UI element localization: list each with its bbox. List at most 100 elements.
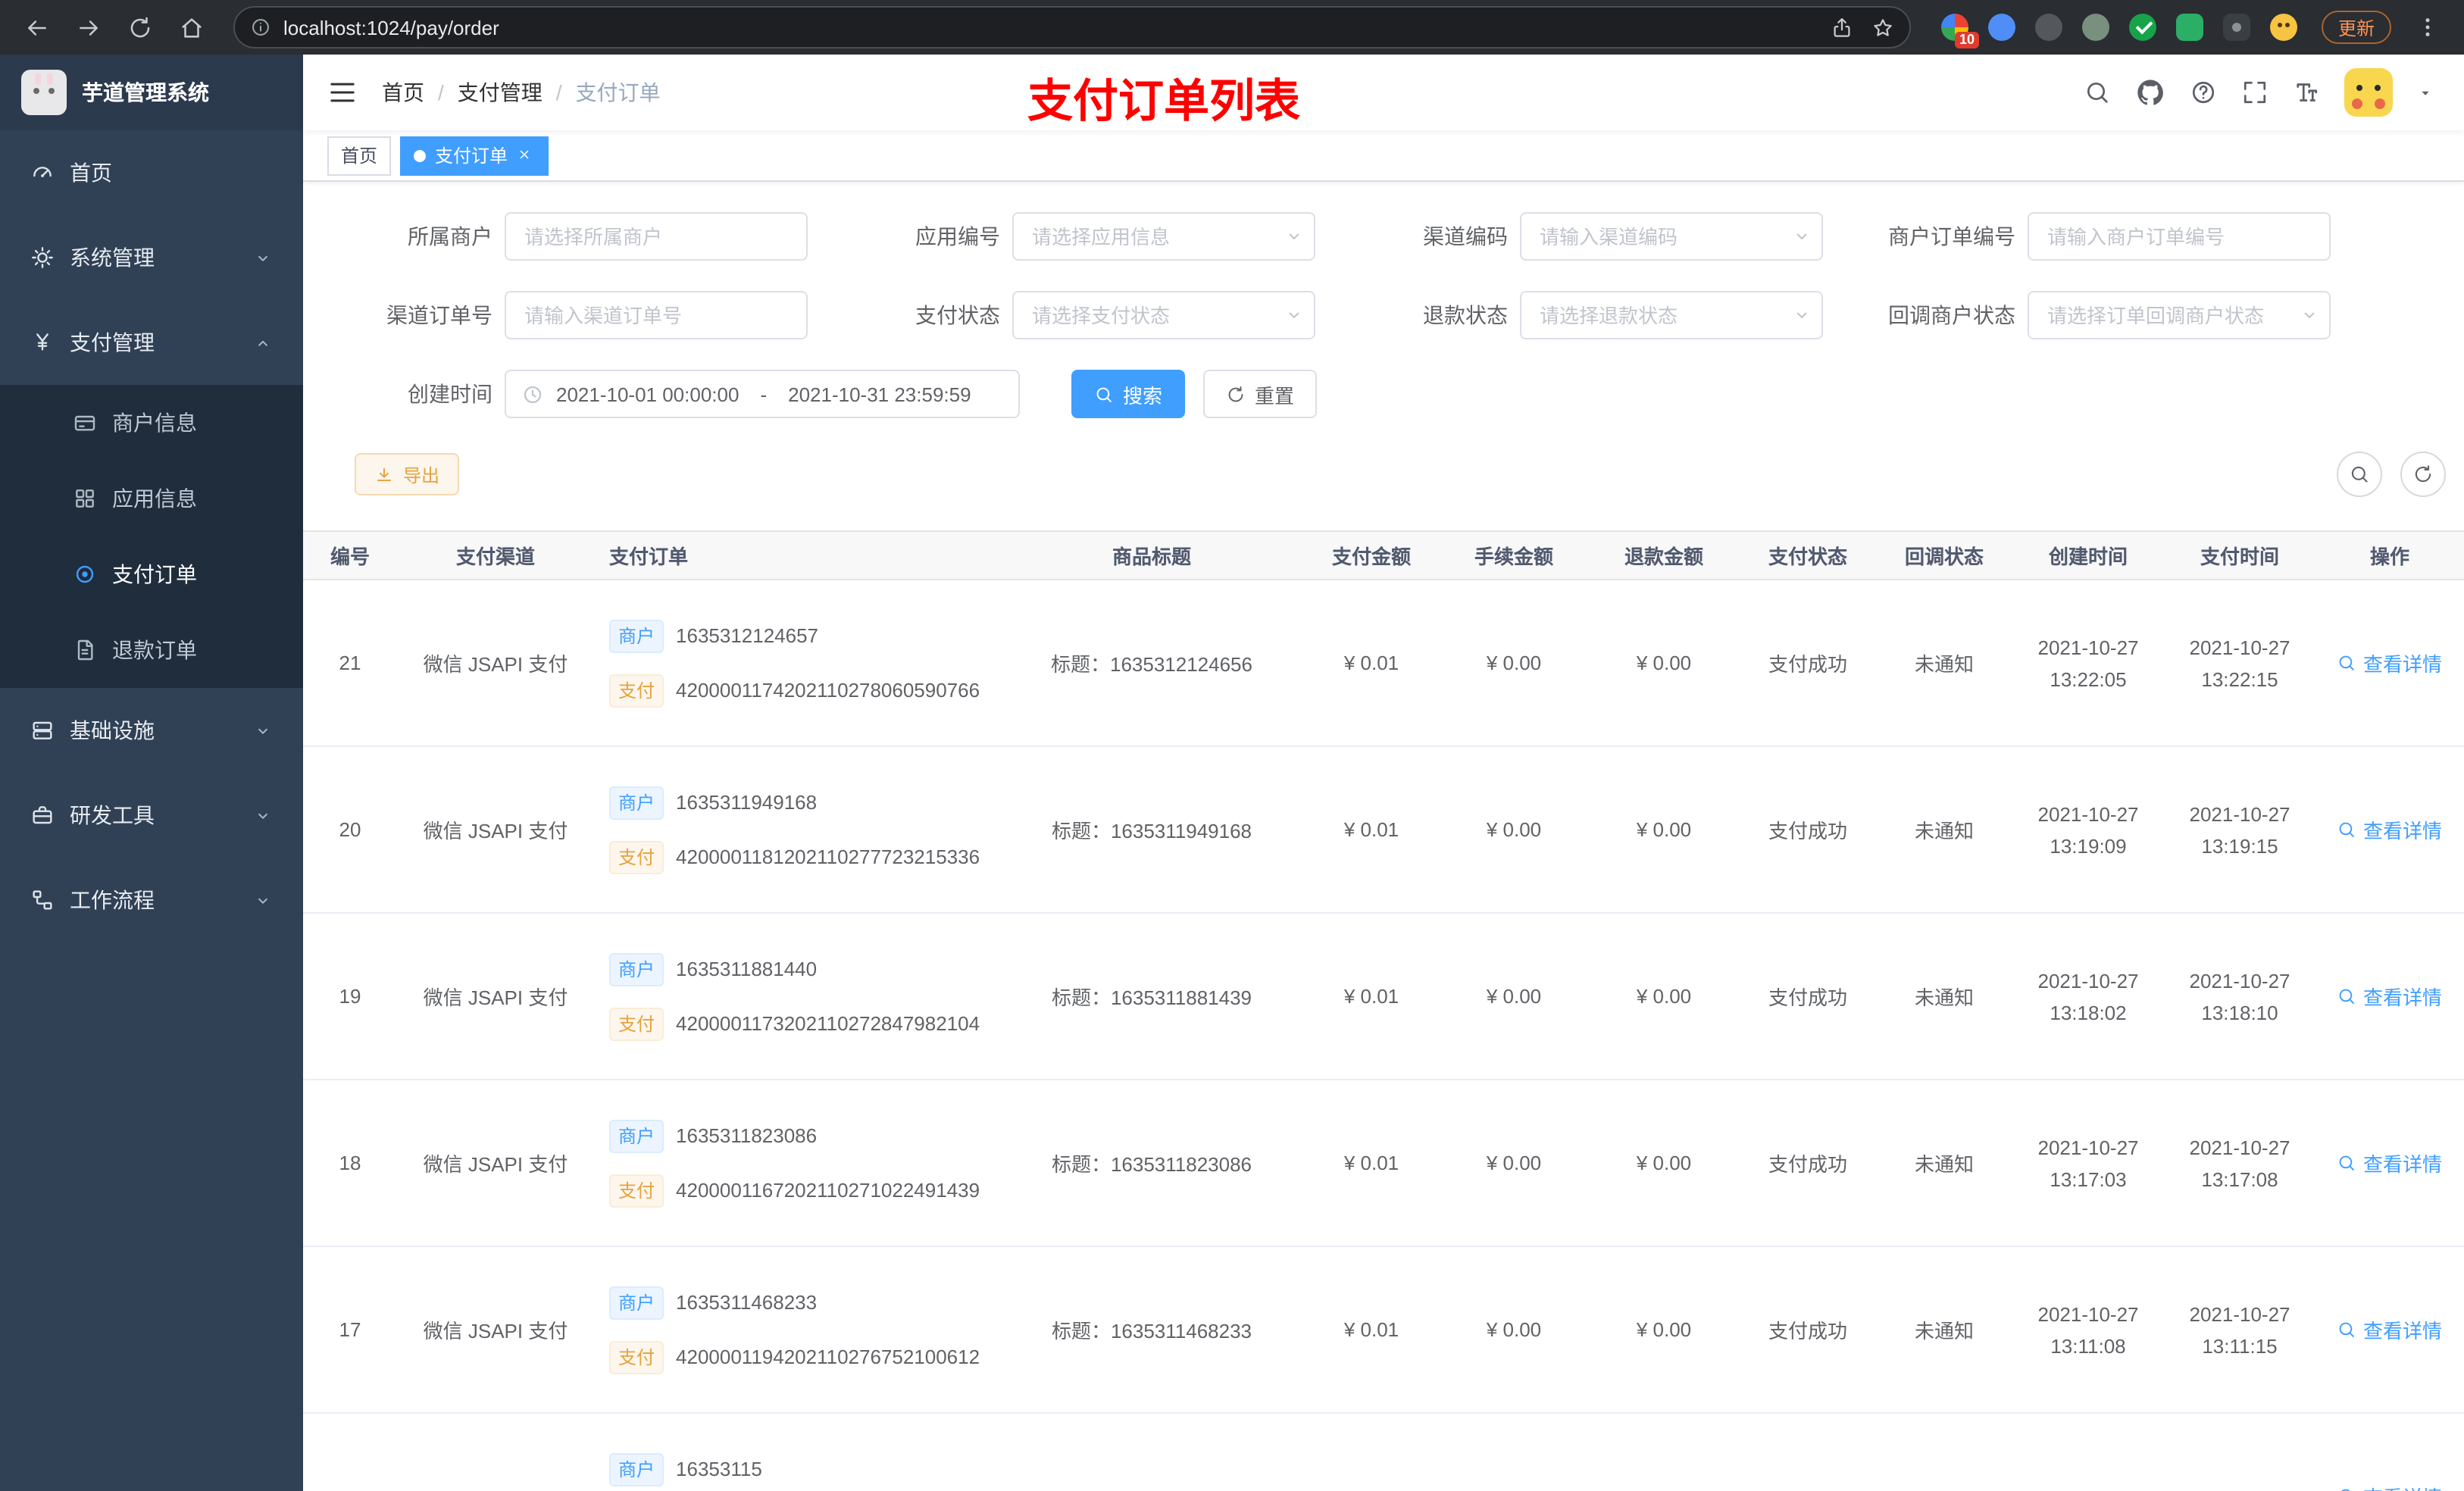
sidebar-item-infrastructure[interactable]: 基础设施 (0, 688, 303, 773)
pay-status-input[interactable] (1012, 291, 1315, 339)
tab-home[interactable]: 首页 (327, 136, 392, 175)
address-bar[interactable]: localhost:1024/pay/order (233, 6, 1911, 48)
col-amount: 支付金额 (1303, 530, 1440, 580)
close-icon[interactable] (517, 146, 535, 164)
view-detail-link[interactable]: 查看详情 (2337, 649, 2442, 677)
sidebar-item-system[interactable]: 系统管理 (0, 215, 303, 300)
docs-help-icon[interactable] (2190, 79, 2217, 106)
col-status: 支付状态 (1740, 530, 1876, 580)
merchant-select[interactable] (505, 212, 808, 261)
home-button[interactable] (170, 6, 212, 48)
user-avatar[interactable] (2344, 68, 2393, 117)
callback-status-select[interactable] (2028, 291, 2331, 339)
extension-icon-dark[interactable] (2034, 14, 2062, 41)
sidebar-item-app-info[interactable]: 应用信息 (0, 461, 303, 536)
extension-icon-sage[interactable] (2081, 14, 2109, 41)
main-content: 所属商户 应用编号 (303, 182, 2464, 1491)
view-detail-link[interactable]: 查看详情 (2337, 1149, 2442, 1177)
sidebar-item-payment[interactable]: 支付管理 (0, 300, 303, 385)
reload-button[interactable] (118, 6, 161, 48)
channel-code-input[interactable] (1520, 212, 1823, 261)
view-detail-link[interactable]: 查看详情 (2337, 982, 2442, 1011)
browser-menu-icon[interactable] (2406, 6, 2449, 48)
app-select[interactable] (1012, 212, 1315, 261)
forward-button[interactable] (67, 6, 109, 48)
workflow-icon (30, 888, 55, 912)
callback-status-input[interactable] (2028, 291, 2331, 339)
github-icon[interactable] (2135, 77, 2165, 108)
refund-status-select[interactable] (1520, 291, 1823, 339)
filter-merchant-label: 所属商户 (408, 224, 492, 248)
sidebar-toggle-icon[interactable] (327, 77, 358, 108)
browser-update-button[interactable]: 更新 (2321, 11, 2391, 44)
filter-channel-code: 渠道编码 (1349, 212, 1823, 261)
table-row: 17 微信 JSAPI 支付 商户 1635311468233 支付 4200001… (303, 1246, 2464, 1414)
sidebar-item-merchant-info[interactable]: 商户信息 (0, 385, 303, 461)
date-range-start[interactable]: 2021-10-01 00:00:00 (556, 383, 739, 405)
extension-icon-chat[interactable] (2175, 14, 2203, 41)
merchant-order-no-input[interactable] (2028, 212, 2331, 261)
search-icon[interactable] (2084, 79, 2111, 106)
channel-code-select[interactable] (1520, 212, 1823, 261)
filter-channel-order-no-label: 渠道订单号 (386, 303, 492, 327)
table-row-partial: 商户16353115 支付 查看 (303, 1413, 2464, 1491)
channel-order-no-field[interactable] (505, 291, 808, 339)
chevron-down-icon (253, 805, 273, 825)
search-icon (1094, 384, 1114, 404)
top-navbar: 首页 / 支付管理 / 支付订单 支付订单列表 (303, 55, 2464, 130)
sidebar-item-dev-tools[interactable]: 研发工具 (0, 773, 303, 858)
col-pay-time: 支付时间 (2164, 530, 2315, 580)
pay-tag: 支付 (609, 1007, 664, 1040)
view-detail-link[interactable]: 查看详情 (2337, 1482, 2442, 1491)
search-button[interactable]: 搜索 (1071, 370, 1186, 418)
breadcrumb-payment[interactable]: 支付管理 (458, 77, 543, 108)
reset-button[interactable]: 重置 (1203, 370, 1318, 418)
page-annotation: 支付订单列表 (1027, 77, 1300, 127)
extension-icon-colorful[interactable]: 10 (1940, 14, 1979, 48)
sidebar-item-home[interactable]: 首页 (0, 130, 303, 215)
tab-pay-orders[interactable]: 支付订单 (400, 136, 549, 175)
refresh-table-button[interactable] (2400, 452, 2446, 497)
app-select-input[interactable] (1012, 212, 1315, 261)
extensions-pin-icon[interactable] (2222, 14, 2250, 41)
app-logo[interactable]: 芋道管理系统 (0, 55, 303, 130)
back-button[interactable] (15, 6, 58, 48)
filter-form: 所属商户 应用编号 (303, 182, 2464, 418)
refresh-icon (1226, 384, 1246, 404)
table-toolbar: 导出 (303, 449, 2464, 497)
refund-status-input[interactable] (1520, 291, 1823, 339)
col-pay-order: 支付订单 (594, 530, 1000, 580)
merchant-order-no-field[interactable] (2028, 212, 2331, 261)
breadcrumb-home[interactable]: 首页 (382, 77, 424, 108)
filter-pay-status: 支付状态 (841, 291, 1315, 339)
bookmark-star-icon[interactable] (1871, 16, 1894, 39)
clock-icon (521, 383, 544, 405)
extension-icon-check[interactable] (2128, 14, 2156, 41)
pay-status-select[interactable] (1012, 291, 1315, 339)
col-callback: 回调状态 (1876, 530, 2012, 580)
font-size-icon[interactable] (2293, 79, 2320, 106)
channel-order-no-input[interactable] (505, 291, 808, 339)
date-range-end[interactable]: 2021-10-31 23:59:59 (788, 383, 971, 405)
search-icon (2349, 464, 2370, 485)
view-detail-link[interactable]: 查看详情 (2337, 815, 2442, 844)
export-button[interactable]: 导出 (355, 453, 460, 495)
extension-icon-face[interactable] (2269, 14, 2297, 41)
site-info-icon[interactable] (250, 17, 271, 38)
share-icon[interactable] (1831, 16, 1853, 39)
merchant-select-input[interactable] (505, 212, 808, 261)
filter-callback-status-label: 回调商户状态 (1888, 303, 2015, 327)
sidebar-item-pay-orders[interactable]: 支付订单 (0, 536, 303, 612)
user-menu-caret-icon[interactable] (2417, 84, 2434, 101)
date-range-picker[interactable]: 2021-10-01 00:00:00 - 2021-10-31 23:59:5… (505, 370, 1020, 418)
view-detail-link[interactable]: 查看详情 (2337, 1315, 2442, 1344)
sidebar-item-refund-orders[interactable]: 退款订单 (0, 612, 303, 688)
table-row: 20 微信 JSAPI 支付 商户 1635311949168 支付 4200001… (303, 746, 2464, 914)
pay-tag: 支付 (609, 1340, 664, 1374)
extension-icon-blue[interactable] (1987, 14, 2015, 41)
sidebar-item-workflow[interactable]: 工作流程 (0, 858, 303, 942)
toggle-search-button[interactable] (2337, 452, 2382, 497)
filter-app: 应用编号 (841, 212, 1315, 261)
url-text[interactable]: localhost:1024/pay/order (283, 16, 1818, 39)
fullscreen-icon[interactable] (2241, 79, 2269, 106)
